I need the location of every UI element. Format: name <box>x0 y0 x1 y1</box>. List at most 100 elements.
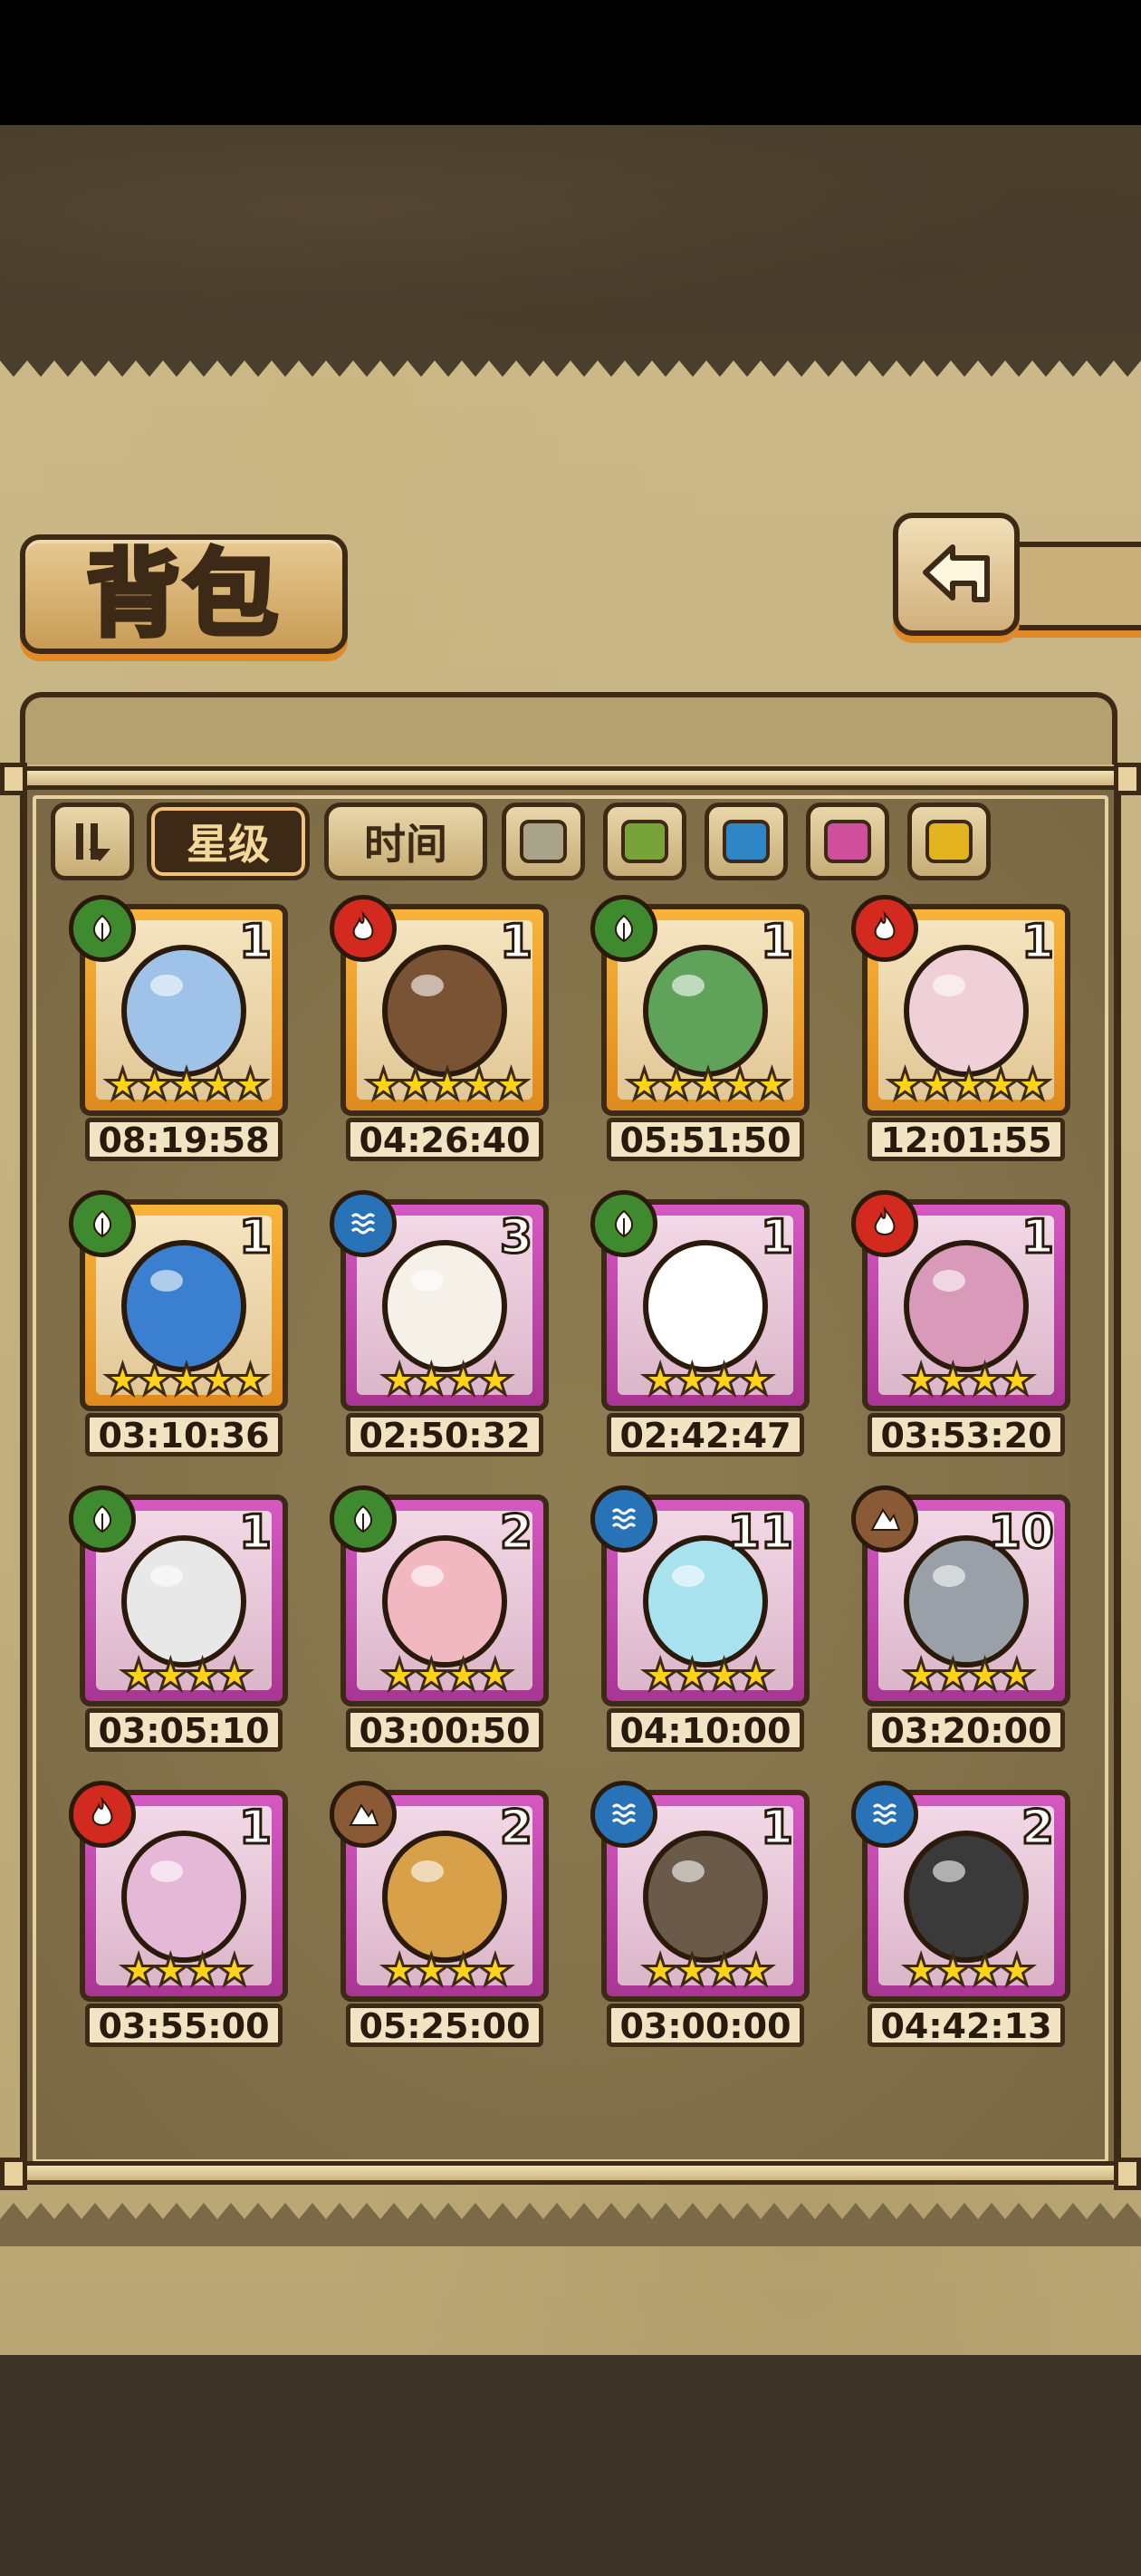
hatch-timer: 04:26:40 <box>346 1118 543 1161</box>
item-count: 1 <box>759 1801 794 1855</box>
star-rating: ★★★★ <box>901 1650 1037 1699</box>
zigzag-border-top <box>0 333 1141 377</box>
scroll-rod-cap <box>1114 2158 1141 2190</box>
star-rating: ★★★★ <box>640 1355 776 1404</box>
fire-element-icon <box>851 895 918 962</box>
sort-toggle-icon <box>76 823 110 861</box>
inventory-item[interactable]: 1 ★★★★ 03:53:20 <box>851 1190 1074 1462</box>
filter-green-button[interactable] <box>603 803 686 880</box>
inventory-item[interactable]: 1 ★★★★★ 04:26:40 <box>330 895 552 1167</box>
star-rating: ★★★★★ <box>363 1060 531 1109</box>
inventory-item[interactable]: 1 ★★★★★ 03:10:36 <box>69 1190 292 1462</box>
item-count: 1 <box>237 1210 273 1264</box>
star-rating: ★★★★ <box>379 1355 515 1404</box>
star-rating: ★★★★★ <box>885 1060 1052 1109</box>
hatch-timer: 03:53:20 <box>868 1413 1065 1456</box>
star-rating: ★★★★ <box>901 1946 1037 1994</box>
back-arrow-icon <box>923 544 990 602</box>
inventory-item[interactable]: 3 ★★★★ 02:50:32 <box>330 1190 552 1462</box>
water-element-icon <box>330 1190 397 1257</box>
water-element-icon <box>590 1781 657 1848</box>
hatch-timer: 02:50:32 <box>346 1413 543 1456</box>
scroll-rod-top <box>0 766 1141 790</box>
scroll-rod-cap <box>0 763 27 795</box>
filter-bar: 星级 时间 <box>51 803 1009 880</box>
hatch-timer: 02:42:47 <box>607 1413 804 1456</box>
scroll-rod-cap <box>1114 763 1141 795</box>
fire-element-icon <box>330 895 397 962</box>
filter-gray-button[interactable] <box>502 803 585 880</box>
panel-tab-strip <box>20 692 1117 764</box>
star-rating: ★★★★★ <box>624 1060 791 1109</box>
earth-element-icon <box>851 1485 918 1552</box>
inventory-item[interactable]: 11 ★★★★ 04:10:00 <box>590 1485 813 1757</box>
item-count: 1 <box>237 1801 273 1855</box>
star-rating: ★★★★ <box>379 1650 515 1699</box>
back-button[interactable] <box>893 513 1020 636</box>
star-rating: ★★★★ <box>119 1650 254 1699</box>
water-element-icon <box>590 1485 657 1552</box>
fire-element-icon <box>851 1190 918 1257</box>
inventory-item[interactable]: 1 ★★★★ 03:55:00 <box>69 1781 292 2052</box>
filter-pink-button[interactable] <box>806 803 889 880</box>
hatch-timer: 05:25:00 <box>346 2004 543 2047</box>
filter-yellow-button[interactable] <box>907 803 991 880</box>
hatch-timer: 04:10:00 <box>607 1708 804 1752</box>
star-rating: ★★★★ <box>119 1946 254 1994</box>
star-rating: ★★★★★ <box>102 1355 270 1404</box>
inventory-item[interactable]: 1 ★★★★ 03:00:00 <box>590 1781 813 2052</box>
pink-swatch <box>824 820 871 863</box>
hatch-timer: 04:42:13 <box>868 2004 1065 2047</box>
hatch-timer: 03:10:36 <box>85 1413 283 1456</box>
leaf-element-icon <box>69 1485 136 1552</box>
hatch-timer: 03:05:10 <box>85 1708 283 1752</box>
inventory-item[interactable]: 1 ★★★★ 03:05:10 <box>69 1485 292 1757</box>
inventory-item[interactable]: 2 ★★★★ 04:42:13 <box>851 1781 1074 2052</box>
sort-by-rarity-button[interactable]: 星级 <box>147 803 310 880</box>
item-count: 2 <box>498 1801 533 1855</box>
leaf-element-icon <box>590 1190 657 1257</box>
item-count: 1 <box>759 1210 794 1264</box>
item-count: 1 <box>237 1505 273 1560</box>
status-bar <box>0 0 1141 125</box>
back-button-rail <box>1014 542 1141 630</box>
star-rating: ★★★★ <box>640 1650 776 1699</box>
inventory-item[interactable]: 1 ★★★★★ 05:51:50 <box>590 895 813 1167</box>
item-count: 1 <box>498 915 533 969</box>
item-count: 2 <box>1020 1801 1055 1855</box>
star-rating: ★★★★★ <box>102 1060 270 1109</box>
item-count: 1 <box>237 915 273 969</box>
inventory-item[interactable]: 1 ★★★★★ 08:19:58 <box>69 895 292 1167</box>
leaf-element-icon <box>330 1485 397 1552</box>
star-rating: ★★★★ <box>640 1946 776 1994</box>
gray-swatch <box>520 820 567 863</box>
star-rating: ★★★★ <box>379 1946 515 1994</box>
item-count: 11 <box>726 1505 794 1560</box>
hatch-timer: 08:19:58 <box>85 1118 283 1161</box>
page-title: 背包 <box>83 538 282 649</box>
scroll-rod-cap <box>0 2158 27 2190</box>
filter-blue-button[interactable] <box>705 803 788 880</box>
hatch-timer: 03:00:50 <box>346 1708 543 1752</box>
yellow-swatch <box>925 820 973 863</box>
zigzag-border-bottom <box>0 2203 1141 2246</box>
inventory-item[interactable]: 2 ★★★★ 05:25:00 <box>330 1781 552 2052</box>
hatch-timer: 05:51:50 <box>607 1118 804 1161</box>
item-count: 1 <box>1020 1210 1055 1264</box>
scroll-rod-bottom <box>0 2161 1141 2185</box>
inventory-item[interactable]: 2 ★★★★ 03:00:50 <box>330 1485 552 1757</box>
item-count: 10 <box>987 1505 1055 1560</box>
item-count: 3 <box>498 1210 533 1264</box>
sort-by-time-button[interactable]: 时间 <box>324 803 487 880</box>
leaf-element-icon <box>69 895 136 962</box>
leaf-element-icon <box>590 895 657 962</box>
sort-order-toggle[interactable] <box>51 803 134 880</box>
leaf-element-icon <box>69 1190 136 1257</box>
water-element-icon <box>851 1781 918 1848</box>
hatch-timer: 03:55:00 <box>85 2004 283 2047</box>
inventory-item[interactable]: 1 ★★★★ 02:42:47 <box>590 1190 813 1462</box>
star-rating: ★★★★ <box>901 1355 1037 1404</box>
inventory-item[interactable]: 10 ★★★★ 03:20:00 <box>851 1485 1074 1757</box>
item-count: 2 <box>498 1505 533 1560</box>
inventory-item[interactable]: 1 ★★★★★ 12:01:55 <box>851 895 1074 1167</box>
